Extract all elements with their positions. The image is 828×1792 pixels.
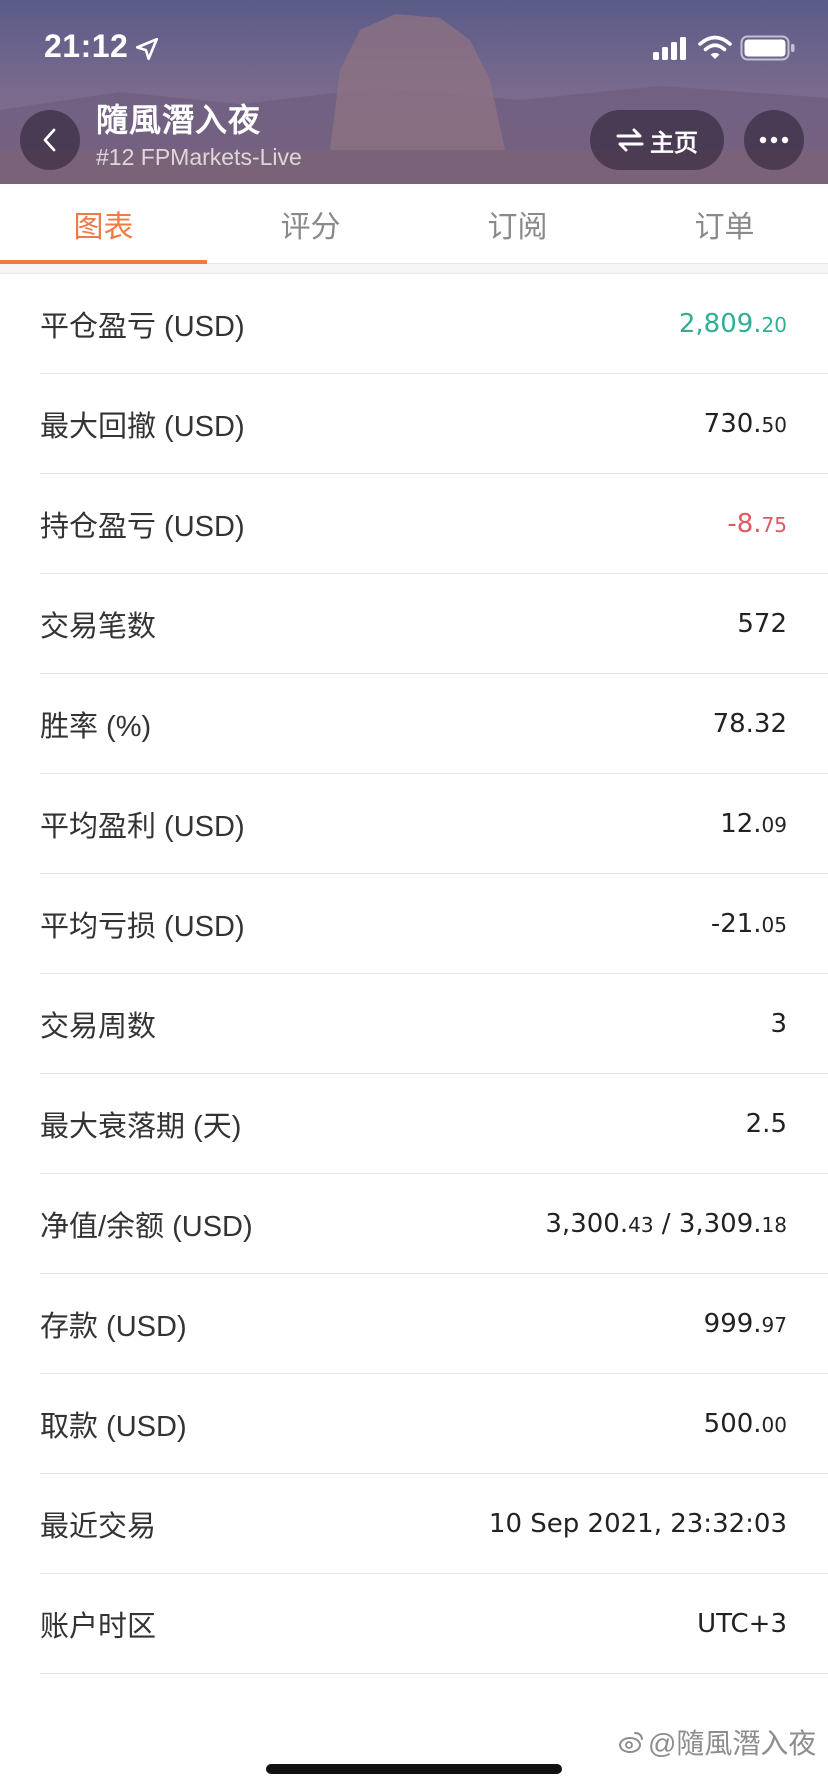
stat-value: 999.97 xyxy=(703,1308,787,1339)
stat-row-last-trade: 最近交易 10 Sep 2021, 23:32:03 xyxy=(40,1474,828,1574)
stat-label: 取款 (USD) xyxy=(40,1410,187,1443)
stat-label: 交易周数 xyxy=(40,1010,157,1043)
watermark-text: @隨風潛入夜 xyxy=(648,1728,817,1759)
account-server: #12 FPMarkets-Live xyxy=(96,144,302,170)
stat-value: 10 Sep 2021, 23:32:03 xyxy=(488,1508,787,1539)
stat-row-win-rate: 胜率 (%) 78.32 xyxy=(40,674,828,774)
stat-row-withdrawals: 取款 (USD) 500.00 xyxy=(40,1374,828,1474)
tab-orders[interactable]: 订单 xyxy=(621,184,828,263)
more-button[interactable] xyxy=(744,110,804,170)
stat-value: 2.5 xyxy=(745,1108,787,1139)
stat-label: 最大衰落期 (天) xyxy=(40,1110,242,1143)
stat-label: 账户时区 xyxy=(40,1610,157,1643)
tab-rating[interactable]: 评分 xyxy=(207,184,414,263)
stat-row-max-drawdown: 最大回撤 (USD) 730.50 xyxy=(40,374,828,474)
stat-row-floating-pnl: 持仓盈亏 (USD) -8.75 xyxy=(40,474,828,574)
stat-row-equity-balance: 净值/余额 (USD) 3,300.43 / 3,309.18 xyxy=(40,1174,828,1274)
stat-row-deposits: 存款 (USD) 999.97 xyxy=(40,1274,828,1374)
status-time: 21:12 xyxy=(44,28,129,64)
stat-value: -8.75 xyxy=(727,508,787,539)
stat-row-trade-count: 交易笔数 572 xyxy=(40,574,828,674)
account-name: 隨風潛入夜 xyxy=(96,102,262,138)
stat-label: 平均盈利 (USD) xyxy=(40,810,245,843)
swap-arrows-icon xyxy=(616,128,644,152)
section-divider xyxy=(0,264,828,274)
tab-subscribe[interactable]: 订阅 xyxy=(414,184,621,263)
stat-value: 3,300.43 / 3,309.18 xyxy=(545,1208,787,1239)
weibo-logo-icon xyxy=(619,1732,643,1753)
tab-chart[interactable]: 图表 xyxy=(0,184,207,264)
stat-value: -21.05 xyxy=(710,908,787,939)
home-button[interactable]: 主页 xyxy=(590,110,724,170)
stat-value: UTC+3 xyxy=(697,1608,787,1639)
cellular-signal-icon xyxy=(653,37,686,60)
stats-list: 平仓盈亏 (USD) 2,809.20 最大回撤 (USD) 730.50 持仓… xyxy=(0,274,828,1674)
wifi-icon xyxy=(698,35,732,59)
home-button-label: 主页 xyxy=(650,129,698,157)
status-bar: 21:12 xyxy=(0,0,828,100)
stat-row-max-decline-days: 最大衰落期 (天) 2.5 xyxy=(40,1074,828,1174)
stat-label: 存款 (USD) xyxy=(40,1310,187,1343)
account-title-block: 隨風潛入夜 #12 FPMarkets-Live xyxy=(96,100,302,172)
stat-label: 交易笔数 xyxy=(40,610,157,643)
stat-label: 净值/余额 (USD) xyxy=(40,1210,253,1243)
stat-label: 最大回撤 (USD) xyxy=(40,410,245,443)
stat-value: 2,809.20 xyxy=(678,308,787,339)
back-button[interactable] xyxy=(20,110,80,170)
stat-value: 500.00 xyxy=(703,1408,787,1439)
battery-icon xyxy=(740,35,795,61)
home-indicator[interactable] xyxy=(266,1764,562,1774)
stat-label: 平均亏损 (USD) xyxy=(40,910,245,943)
back-chevron-icon xyxy=(43,128,56,152)
stat-value: 12.09 xyxy=(720,808,787,839)
stat-row-timezone: 账户时区 UTC+3 xyxy=(40,1574,828,1674)
stat-row-avg-profit: 平均盈利 (USD) 12.09 xyxy=(40,774,828,874)
location-arrow-icon xyxy=(135,37,159,61)
account-header: 21:12 隨風潛入夜 #12 FPMarkets-Live 主页 xyxy=(0,0,828,184)
stat-label: 平仓盈亏 (USD) xyxy=(40,310,245,343)
stat-label: 持仓盈亏 (USD) xyxy=(40,510,245,543)
tab-bar: 图表 评分 订阅 订单 xyxy=(0,184,828,264)
watermark: @隨風潛入夜 xyxy=(618,1722,816,1762)
stat-value: 78.32 xyxy=(712,708,787,739)
more-dots-icon xyxy=(759,136,789,144)
stat-row-trading-weeks: 交易周数 3 xyxy=(40,974,828,1074)
stat-label: 最近交易 xyxy=(40,1510,157,1543)
stat-value: 3 xyxy=(770,1008,787,1039)
stat-row-closed-pnl: 平仓盈亏 (USD) 2,809.20 xyxy=(40,274,828,374)
stat-value: 572 xyxy=(737,608,787,639)
stat-value: 730.50 xyxy=(703,408,787,439)
stat-row-avg-loss: 平均亏损 (USD) -21.05 xyxy=(40,874,828,974)
stat-label: 胜率 (%) xyxy=(40,710,152,743)
